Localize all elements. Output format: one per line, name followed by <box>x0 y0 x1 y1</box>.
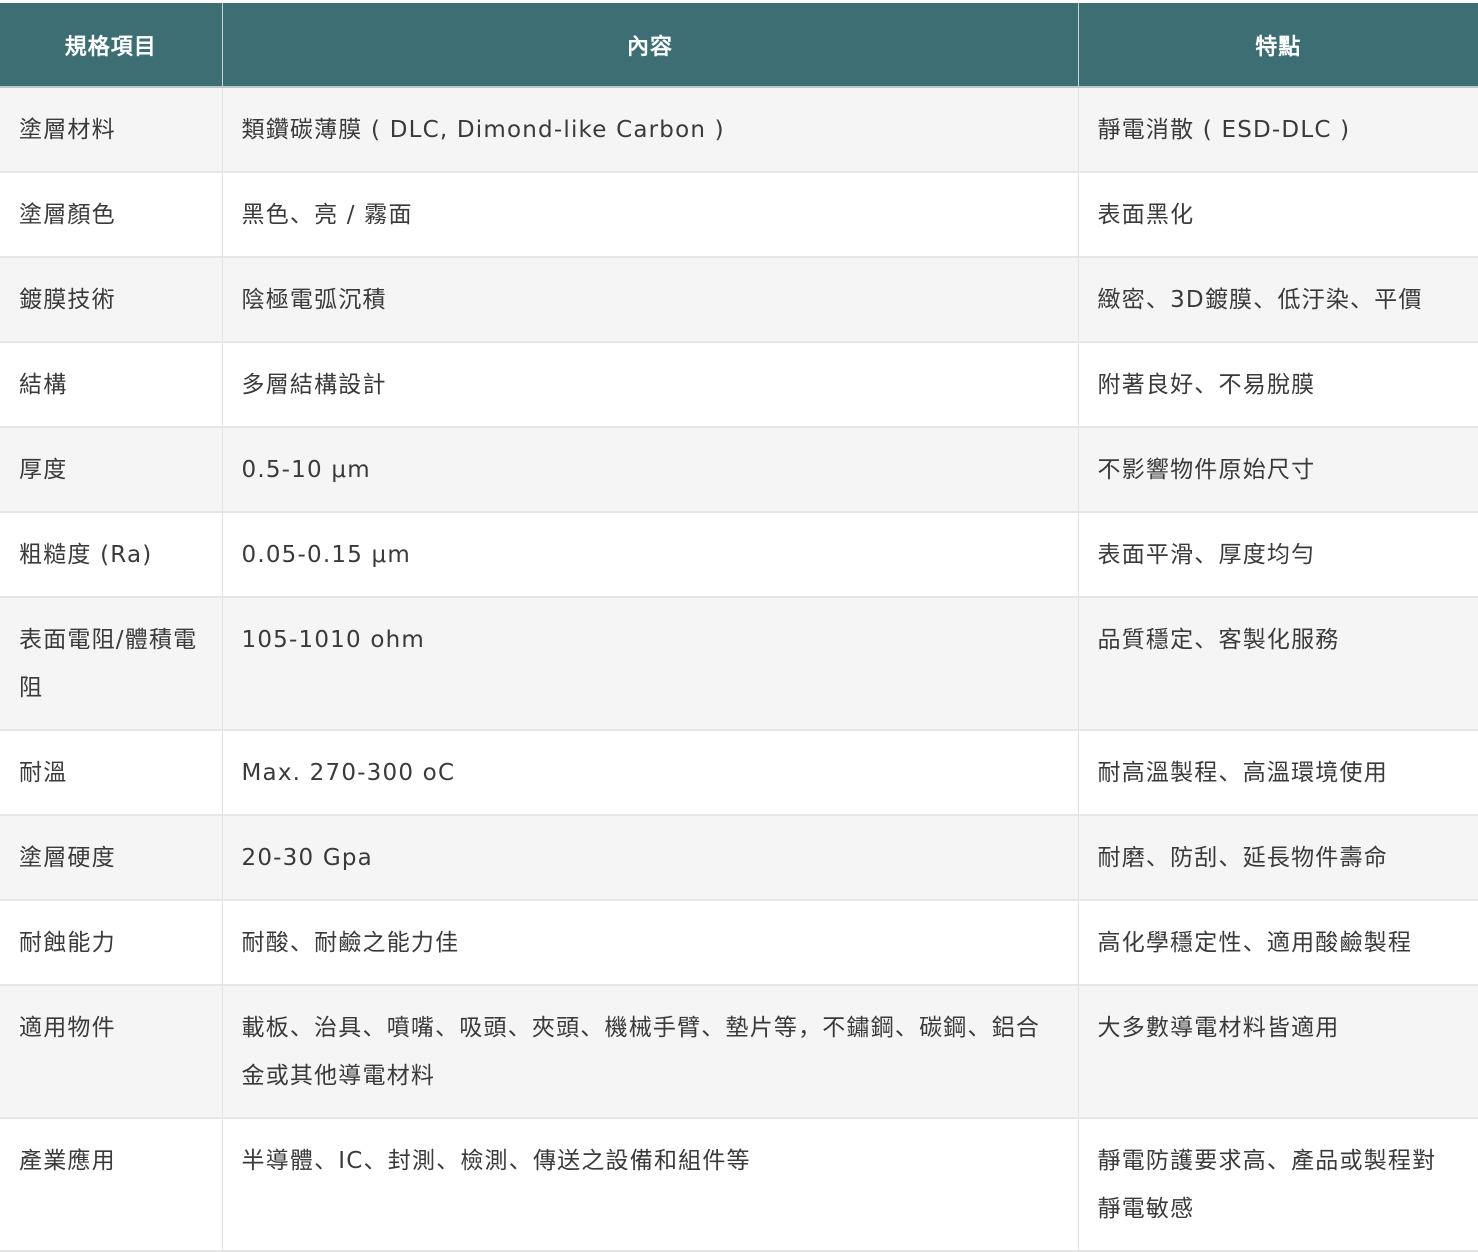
cell-spec-item: 鍍膜技術 <box>0 257 223 343</box>
cell-features: 不影響物件原始尺寸 <box>1078 427 1478 513</box>
cell-spec-item: 粗糙度 (Ra) <box>0 512 223 598</box>
cell-content: Max. 270-300 oC <box>222 730 1079 816</box>
cell-spec-item: 耐蝕能力 <box>0 900 223 986</box>
cell-content: 類鑽碳薄膜 ( DLC, Dimond-like Carbon ) <box>222 87 1079 173</box>
cell-spec-item: 表面電阻/體積電阻 <box>0 597 223 731</box>
cell-features: 大多數導電材料皆適用 <box>1078 985 1478 1119</box>
cell-content: 陰極電弧沉積 <box>222 257 1079 343</box>
cell-features: 表面黑化 <box>1078 172 1478 258</box>
cell-content: 0.5-10 μm <box>222 427 1079 513</box>
cell-spec-item: 塗層硬度 <box>0 815 223 901</box>
cell-features: 高化學穩定性、適用酸鹼製程 <box>1078 900 1478 986</box>
cell-features: 品質穩定、客製化服務 <box>1078 597 1478 731</box>
spec-table-container: 規格項目 內容 特點 塗層材料 類鑽碳薄膜 ( DLC, Dimond-like… <box>0 3 1478 1252</box>
cell-features: 耐高溫製程、高溫環境使用 <box>1078 730 1478 816</box>
cell-content: 載板、治具、噴嘴、吸頭、夾頭、機械手臂、墊片等，不鏽鋼、碳鋼、鋁合金或其他導電材… <box>222 985 1079 1119</box>
cell-content: 多層結構設計 <box>222 342 1079 428</box>
cell-spec-item: 結構 <box>0 342 223 428</box>
cell-spec-item: 耐溫 <box>0 730 223 816</box>
cell-spec-item: 塗層顏色 <box>0 172 223 258</box>
table-row: 鍍膜技術 陰極電弧沉積 緻密、3D鍍膜、低汙染、平價 <box>0 257 1478 343</box>
table-row: 結構 多層結構設計 附著良好、不易脫膜 <box>0 342 1478 428</box>
cell-features: 表面平滑、厚度均勻 <box>1078 512 1478 598</box>
cell-features: 附著良好、不易脫膜 <box>1078 342 1478 428</box>
cell-content: 半導體、IC、封測、檢測、傳送之設備和組件等 <box>222 1118 1079 1252</box>
table-row: 塗層材料 類鑽碳薄膜 ( DLC, Dimond-like Carbon ) 靜… <box>0 87 1478 173</box>
table-header-row: 規格項目 內容 特點 <box>0 3 1478 88</box>
header-features: 特點 <box>1078 3 1478 88</box>
cell-spec-item: 厚度 <box>0 427 223 513</box>
cell-features: 靜電防護要求高、產品或製程對靜電敏感 <box>1078 1118 1478 1252</box>
spec-table: 規格項目 內容 特點 塗層材料 類鑽碳薄膜 ( DLC, Dimond-like… <box>0 3 1478 1252</box>
table-row: 粗糙度 (Ra) 0.05-0.15 μm 表面平滑、厚度均勻 <box>0 512 1478 598</box>
table-row: 厚度 0.5-10 μm 不影響物件原始尺寸 <box>0 427 1478 513</box>
cell-content: 0.05-0.15 μm <box>222 512 1079 598</box>
table-row: 耐溫 Max. 270-300 oC 耐高溫製程、高溫環境使用 <box>0 730 1478 816</box>
cell-content: 耐酸、耐鹼之能力佳 <box>222 900 1079 986</box>
cell-features: 靜電消散 ( ESD-DLC ) <box>1078 87 1478 173</box>
table-row: 產業應用 半導體、IC、封測、檢測、傳送之設備和組件等 靜電防護要求高、產品或製… <box>0 1118 1478 1252</box>
cell-spec-item: 適用物件 <box>0 985 223 1119</box>
cell-spec-item: 產業應用 <box>0 1118 223 1252</box>
header-content: 內容 <box>222 3 1079 88</box>
cell-content: 黑色、亮 / 霧面 <box>222 172 1079 258</box>
cell-spec-item: 塗層材料 <box>0 87 223 173</box>
cell-features: 耐磨、防刮、延長物件壽命 <box>1078 815 1478 901</box>
table-row: 耐蝕能力 耐酸、耐鹼之能力佳 高化學穩定性、適用酸鹼製程 <box>0 900 1478 986</box>
cell-features: 緻密、3D鍍膜、低汙染、平價 <box>1078 257 1478 343</box>
table-row: 表面電阻/體積電阻 105-1010 ohm 品質穩定、客製化服務 <box>0 597 1478 731</box>
cell-content: 20-30 Gpa <box>222 815 1079 901</box>
table-row: 塗層顏色 黑色、亮 / 霧面 表面黑化 <box>0 172 1478 258</box>
table-row: 塗層硬度 20-30 Gpa 耐磨、防刮、延長物件壽命 <box>0 815 1478 901</box>
table-row: 適用物件 載板、治具、噴嘴、吸頭、夾頭、機械手臂、墊片等，不鏽鋼、碳鋼、鋁合金或… <box>0 985 1478 1119</box>
cell-content: 105-1010 ohm <box>222 597 1079 731</box>
header-spec-item: 規格項目 <box>0 3 223 88</box>
